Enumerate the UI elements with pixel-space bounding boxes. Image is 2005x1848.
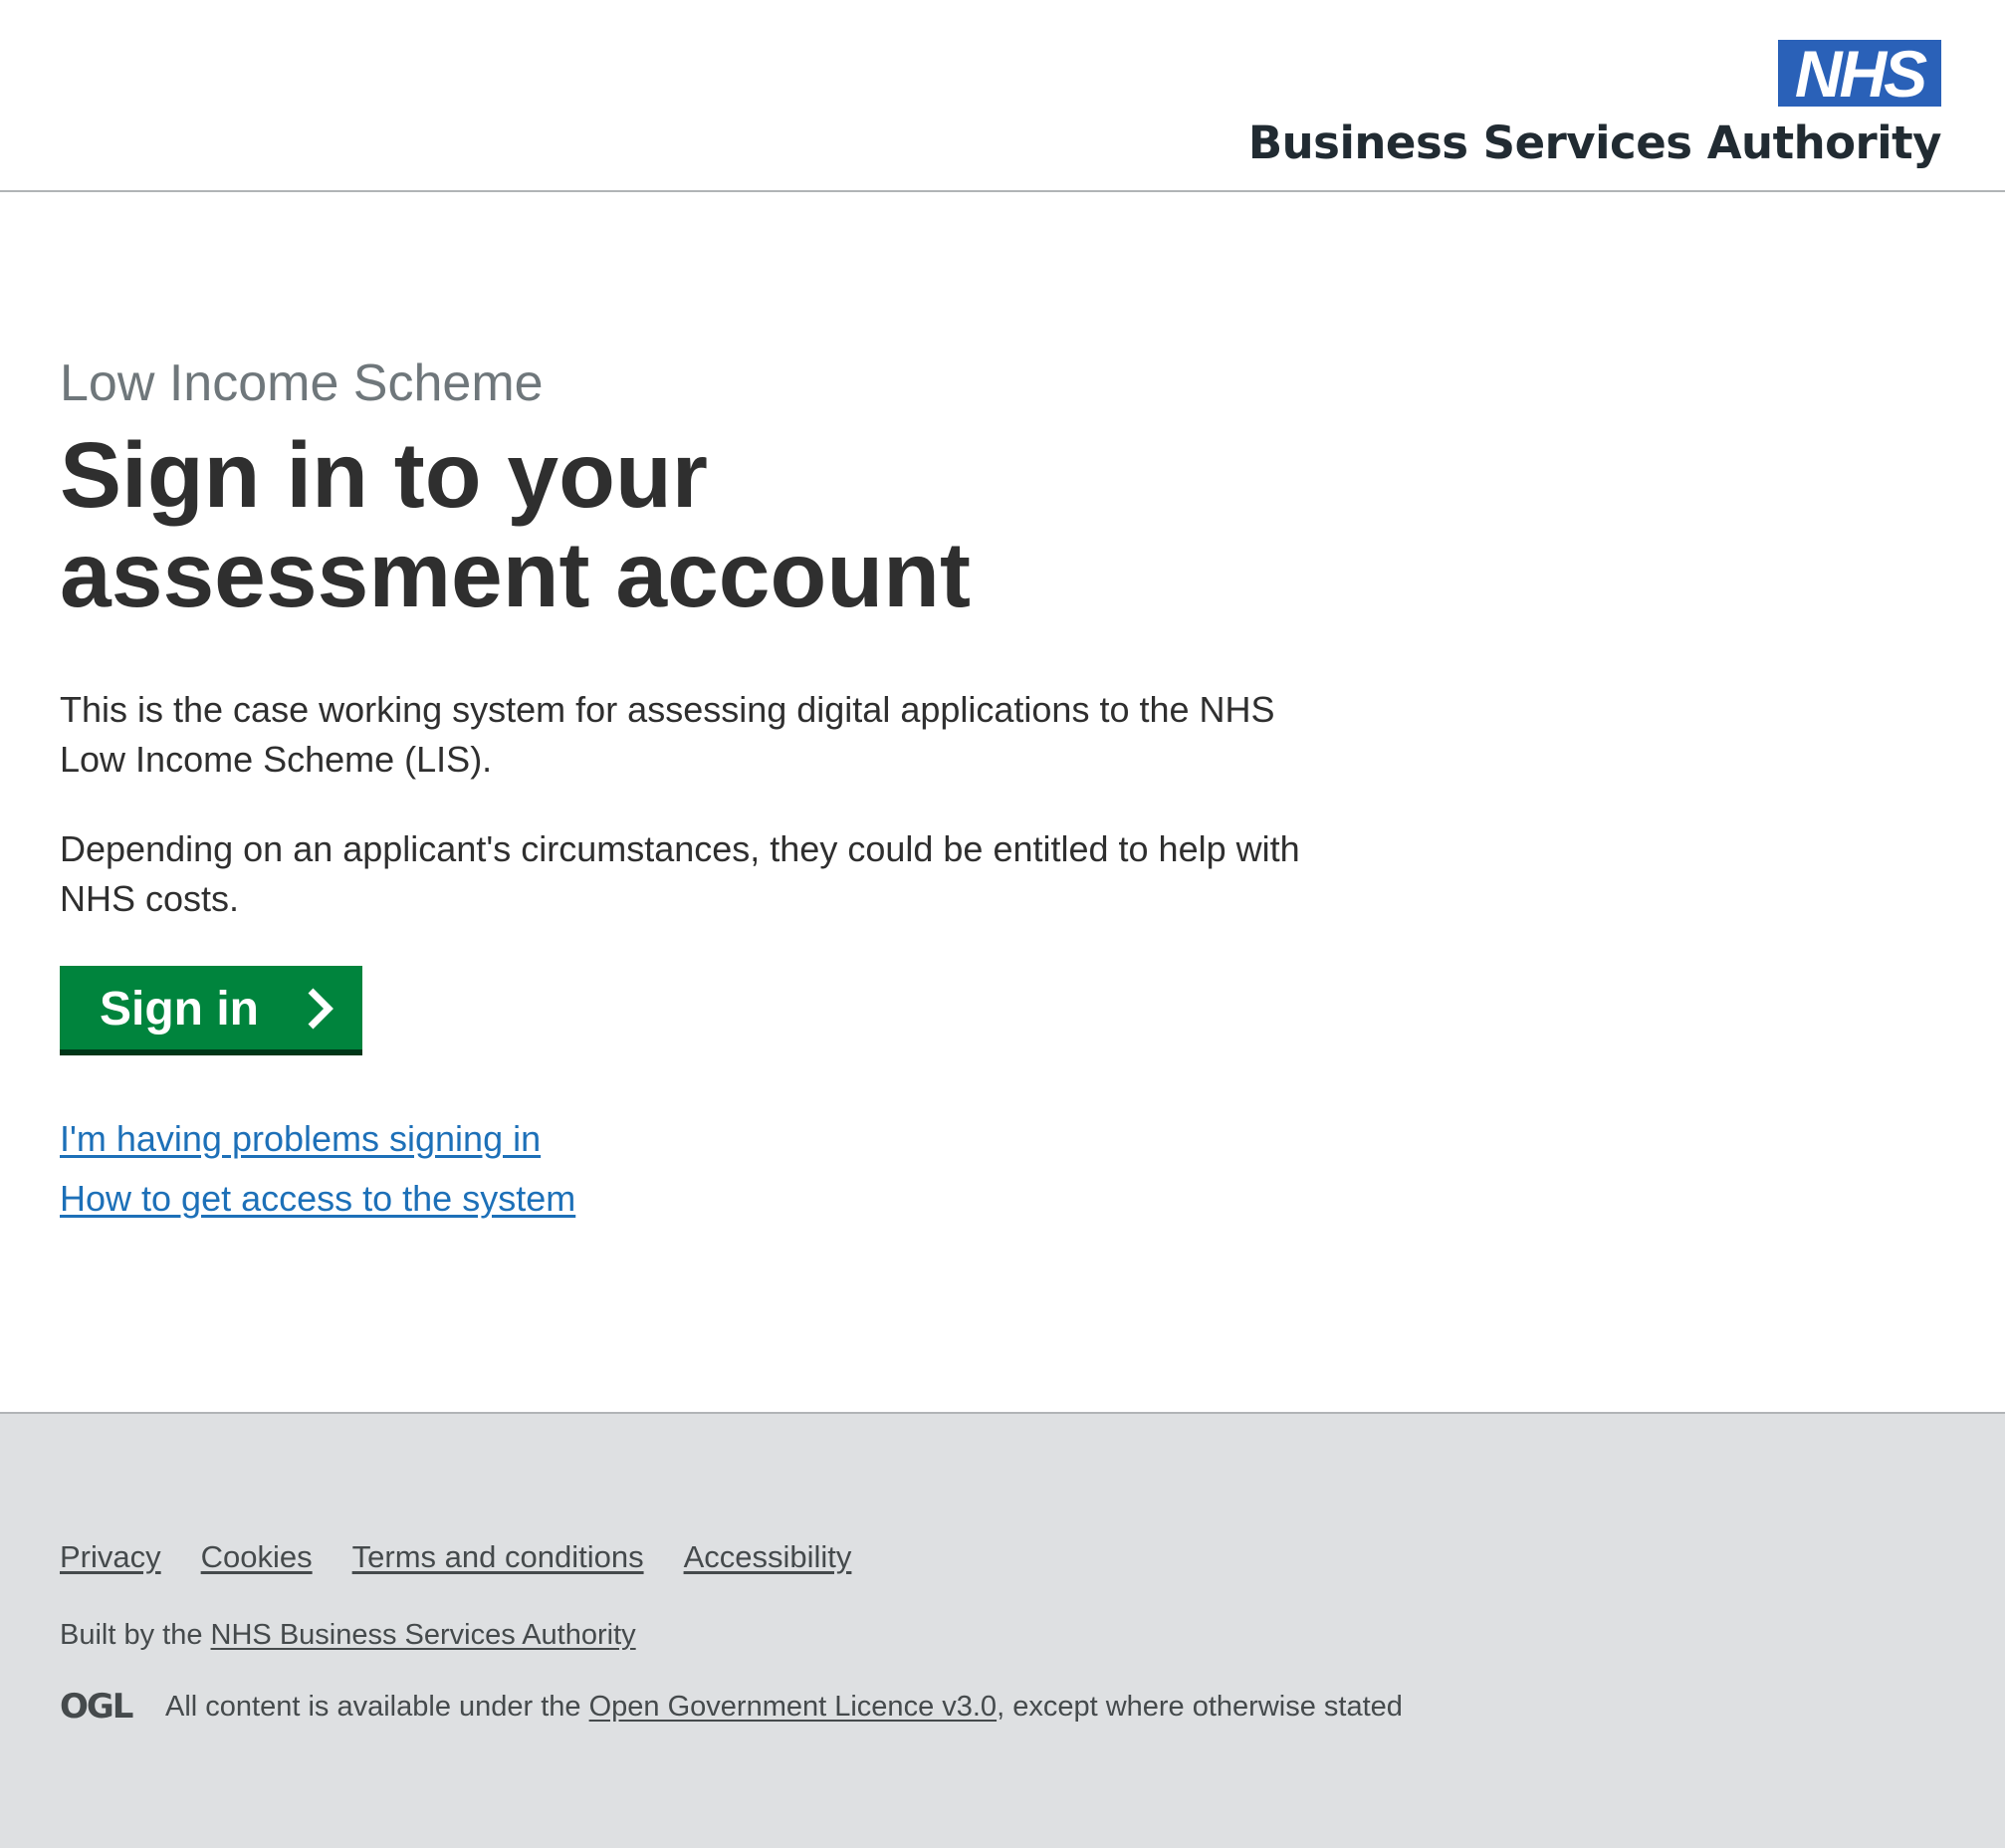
licence-text: All content is available under the Open … xyxy=(165,1687,1403,1727)
nhs-logo[interactable]: NHS xyxy=(1778,40,1941,107)
footer-link-privacy[interactable]: Privacy xyxy=(60,1537,161,1577)
problems-signing-in-link[interactable]: I'm having problems signing in xyxy=(60,1116,541,1162)
page-title-line-1: Sign in to your xyxy=(60,423,708,527)
org-name: Business Services Authority xyxy=(1247,116,1942,169)
sign-in-button-label: Sign in xyxy=(100,983,259,1036)
footer-link-accessibility[interactable]: Accessibility xyxy=(684,1537,852,1577)
intro-paragraph: This is the case working system for asse… xyxy=(60,689,1275,780)
page-title: Sign in to your assessment account xyxy=(60,425,1155,624)
footer-link-terms[interactable]: Terms and conditions xyxy=(352,1537,644,1577)
page-caption: Low Income Scheme xyxy=(60,354,544,412)
chevron-right-icon xyxy=(308,988,334,1030)
licence-row: OGL All content is available under the O… xyxy=(60,1687,1553,1727)
footer-link-cookies[interactable]: Cookies xyxy=(201,1537,313,1577)
sign-in-button[interactable]: Sign in xyxy=(60,966,362,1055)
ogl-logo: OGL xyxy=(60,1687,135,1723)
page-title-line-2: assessment account xyxy=(60,523,971,626)
nhs-logo-mark: NHS xyxy=(1778,40,1941,107)
nhsbsa-link[interactable]: NHS Business Services Authority xyxy=(211,1619,636,1651)
footer-nav: Privacy Cookies Terms and conditions Acc… xyxy=(60,1537,851,1577)
nhs-logo-text: NHS xyxy=(1795,40,1927,107)
ogl-link[interactable]: Open Government Licence v3.0 xyxy=(589,1691,997,1723)
licence-suffix: , except where otherwise stated xyxy=(997,1691,1403,1723)
built-by-prefix: Built by the xyxy=(60,1619,211,1651)
eligibility-paragraph: Depending on an applicant's circumstance… xyxy=(60,828,1300,919)
ogl-logo-text: OGL xyxy=(60,1687,133,1723)
get-access-link[interactable]: How to get access to the system xyxy=(60,1176,575,1222)
site-header: NHS Business Services Authority xyxy=(0,0,2005,192)
site-footer: Privacy Cookies Terms and conditions Acc… xyxy=(0,1412,2005,1848)
licence-prefix: All content is available under the xyxy=(165,1691,589,1723)
built-by-text: Built by the NHS Business Services Autho… xyxy=(60,1615,636,1655)
